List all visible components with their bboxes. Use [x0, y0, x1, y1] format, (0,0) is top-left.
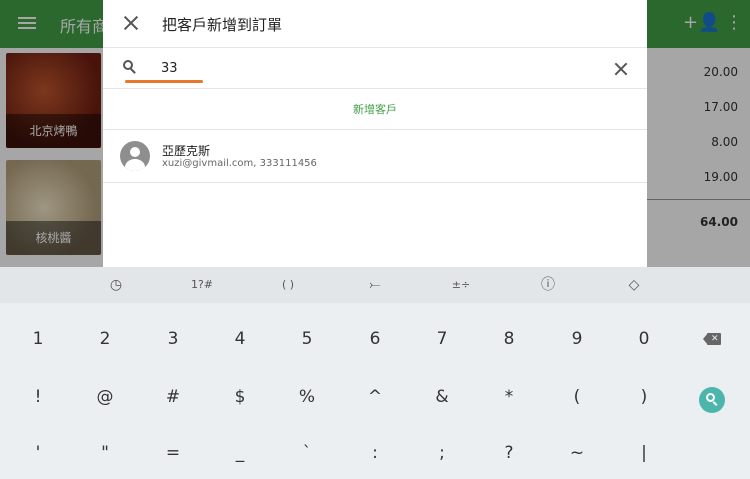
key-1[interactable]: 1 — [8, 319, 68, 359]
key-8[interactable]: 8 — [479, 319, 539, 359]
dialog-header: 把客戶新增到訂單 — [103, 0, 647, 48]
dialog-title: 把客戶新增到訂單 — [162, 16, 283, 34]
customer-name: 亞歷克斯 — [162, 144, 211, 158]
add-customer-dialog: 把客戶新增到訂單 新增客戶 亞歷克斯 xuzi@givmail.com, 333… — [103, 0, 647, 267]
key-7[interactable]: 7 — [412, 319, 472, 359]
search-input[interactable] — [161, 58, 581, 78]
key-0[interactable]: 0 — [614, 319, 674, 359]
keyboard-toolbar: ◷ 1?# ( ) ⤚ ±÷ ⓘ ◇ — [0, 267, 750, 303]
key-pipe[interactable]: | — [614, 433, 674, 473]
key-dollar[interactable]: $ — [210, 377, 270, 417]
avatar-icon — [120, 141, 150, 171]
key-ampersand[interactable]: & — [412, 377, 472, 417]
backspace-icon[interactable]: ✕ — [703, 333, 721, 345]
key-exclamation[interactable]: ! — [8, 377, 68, 417]
search-icon — [123, 60, 137, 74]
key-underscore[interactable]: _ — [210, 433, 270, 473]
key-hash[interactable]: # — [143, 377, 203, 417]
parens-key[interactable]: ( ) — [272, 275, 304, 295]
search-input-underline — [125, 80, 203, 83]
key-tilde[interactable]: ~ — [547, 433, 607, 473]
clock-icon[interactable]: ◷ — [101, 275, 131, 295]
customer-list-item[interactable]: 亞歷克斯 xuzi@givmail.com, 333111456 — [103, 130, 647, 183]
key-open-paren[interactable]: ( — [547, 377, 607, 417]
on-screen-keyboard: ◷ 1?# ( ) ⤚ ±÷ ⓘ ◇ 1 2 3 4 5 6 7 8 9 0 ✕… — [0, 267, 750, 479]
key-backtick[interactable]: ` — [277, 433, 337, 473]
symbols-key[interactable]: 1?# — [184, 275, 220, 295]
key-caret[interactable]: ^ — [345, 377, 405, 417]
diamond-icon[interactable]: ◇ — [619, 275, 649, 295]
key-close-paren[interactable]: ) — [614, 377, 674, 417]
key-question[interactable]: ? — [479, 433, 539, 473]
new-customer-button[interactable]: 新增客戶 — [103, 89, 647, 130]
key-5[interactable]: 5 — [277, 319, 337, 359]
key-2[interactable]: 2 — [75, 319, 135, 359]
key-asterisk[interactable]: * — [479, 377, 539, 417]
key-equals[interactable]: = — [143, 433, 203, 473]
key-6[interactable]: 6 — [345, 319, 405, 359]
close-icon[interactable] — [121, 13, 141, 33]
clear-search-icon[interactable] — [613, 61, 629, 77]
key-3[interactable]: 3 — [143, 319, 203, 359]
customer-detail: xuzi@givmail.com, 333111456 — [162, 158, 317, 169]
key-9[interactable]: 9 — [547, 319, 607, 359]
key-at[interactable]: @ — [75, 377, 135, 417]
key-percent[interactable]: % — [277, 377, 337, 417]
info-icon[interactable]: ⓘ — [533, 275, 563, 295]
key-4[interactable]: 4 — [210, 319, 270, 359]
key-apostrophe[interactable]: ' — [8, 433, 68, 473]
key-quote[interactable]: " — [75, 433, 135, 473]
keyboard-search-icon[interactable] — [699, 387, 725, 413]
math-icon[interactable]: ±÷ — [446, 275, 476, 295]
key-semicolon[interactable]: ; — [412, 433, 472, 473]
arrow-icon[interactable]: ⤚ — [360, 275, 390, 295]
key-colon[interactable]: : — [345, 433, 405, 473]
search-row — [103, 48, 647, 89]
